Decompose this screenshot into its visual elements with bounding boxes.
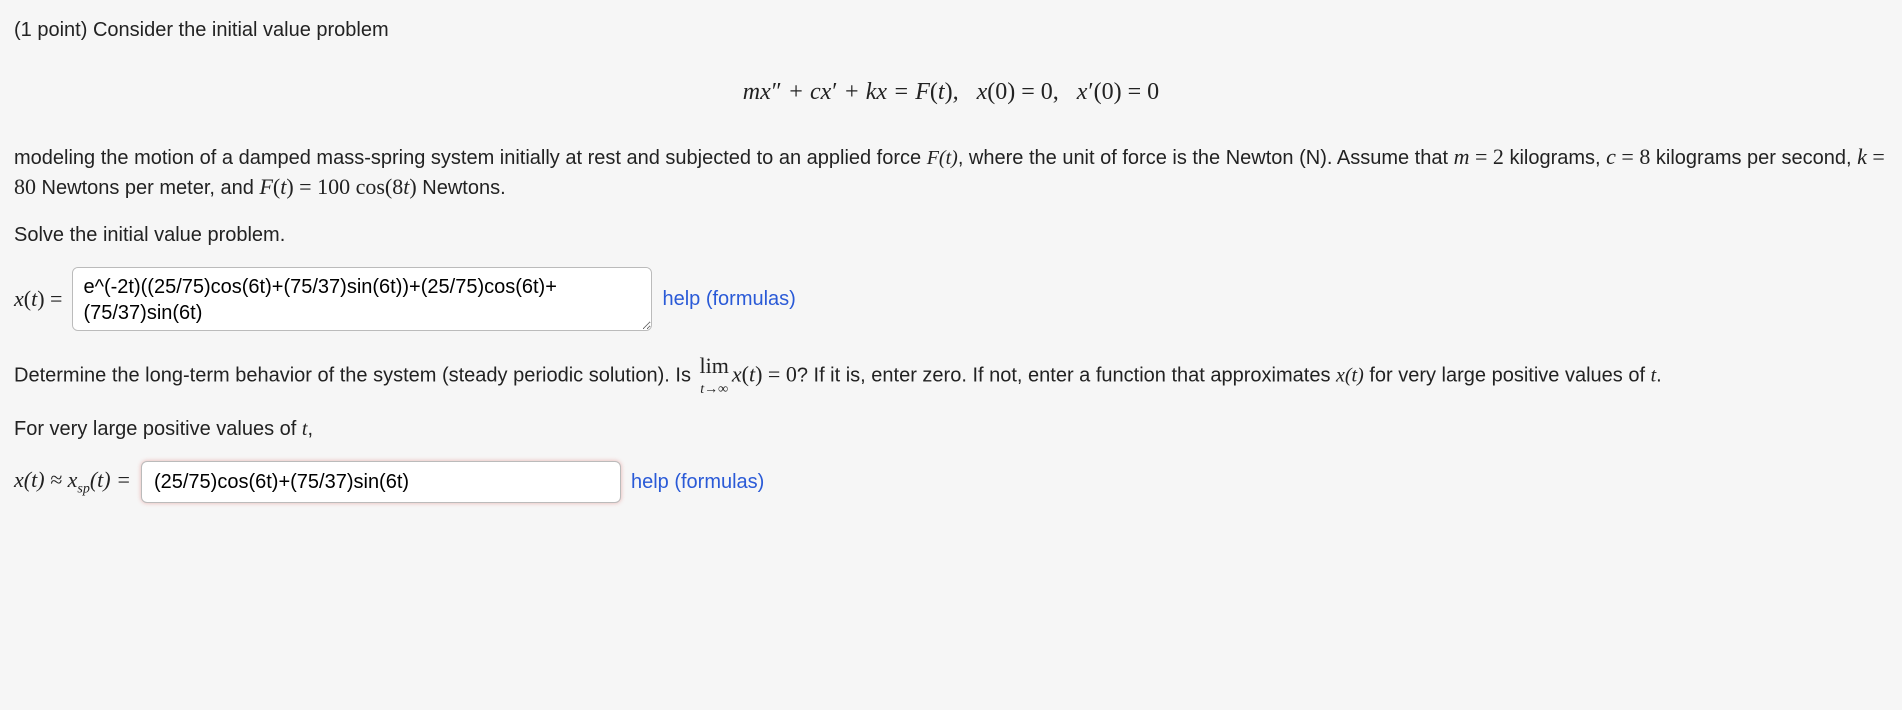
intro-text: Consider the initial value problem [93, 19, 389, 41]
force-symbol: F(t) [927, 147, 958, 169]
answer2-input[interactable] [141, 461, 621, 503]
help-link-1[interactable]: help (formulas) [662, 285, 795, 313]
limit-expr: x(t) = 0 [732, 361, 797, 386]
problem-intro: (1 point) Consider the initial value pro… [14, 16, 1888, 44]
longterm-prompt: Determine the long-term behavior of the … [14, 355, 1888, 397]
for-large-prompt: For very large positive values of t, [14, 415, 1888, 443]
solve-prompt: Solve the initial value problem. [14, 221, 1888, 249]
answer1-lhs: x(t) = [14, 284, 62, 315]
answer1-row: x(t) = help (formulas) [14, 267, 1888, 331]
limit-icon: limt→∞ [700, 355, 729, 397]
c-value: c = 8 [1606, 144, 1650, 169]
help-link-2[interactable]: help (formulas) [631, 468, 764, 496]
problem-description: modeling the motion of a damped mass-spr… [14, 142, 1888, 204]
points-label: (1 point) [14, 19, 87, 41]
F-value: F(t) = 100 cos(8t) [259, 174, 416, 199]
xt-symbol: x(t) [1336, 364, 1364, 386]
answer2-row: x(t) ≈ xsp(t) = help (formulas) [14, 461, 1888, 503]
main-equation: mx″ + cx′ + kx = F(t), x(0) = 0, x′(0) =… [14, 62, 1888, 134]
m-value: m = 2 [1454, 144, 1504, 169]
answer2-lhs: x(t) ≈ xsp(t) = [14, 465, 131, 499]
answer1-input[interactable] [72, 267, 652, 331]
